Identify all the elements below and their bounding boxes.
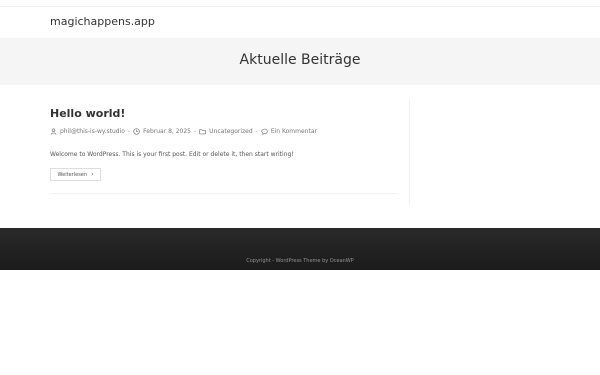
- post-date: Februar 8, 2025: [143, 128, 191, 135]
- sidebar-divider: [409, 100, 410, 205]
- post-category-link[interactable]: Uncategorized: [209, 128, 252, 135]
- read-more-button[interactable]: Weiterlesen ›: [50, 168, 101, 181]
- post-divider: [50, 193, 398, 194]
- meta-separator: -: [194, 128, 197, 135]
- meta-date: Februar 8, 2025: [133, 128, 191, 135]
- site-header: magichappens.app: [0, 7, 600, 38]
- read-more-label: Weiterlesen: [57, 171, 88, 178]
- page-title: Aktuelle Beiträge: [239, 52, 361, 68]
- meta-separator: -: [127, 128, 131, 135]
- meta-author: phil@this-is-wy.studio: [50, 128, 125, 135]
- page-header: Aktuelle Beiträge: [0, 38, 600, 85]
- post-comments-link[interactable]: Ein Kommentar: [271, 128, 317, 135]
- clock-icon: [133, 128, 140, 135]
- folder-icon: [199, 129, 206, 135]
- meta-category: Uncategorized: [199, 128, 253, 135]
- post-excerpt: Welcome to WordPress. This is your first…: [50, 151, 294, 158]
- chevron-right-icon: ›: [91, 171, 94, 178]
- post-author-link[interactable]: phil@this-is-wy.studio: [60, 128, 125, 135]
- comment-icon: [261, 128, 268, 135]
- user-icon: [50, 128, 57, 135]
- meta-comments: Ein Kommentar: [261, 128, 317, 135]
- footer-copyright: Copyright - WordPress Theme by OceanWP: [246, 258, 354, 264]
- post-meta: phil@this-is-wy.studio - Februar 8, 2025…: [50, 128, 317, 135]
- site-title-link[interactable]: magichappens.app: [50, 15, 155, 28]
- post-title-link[interactable]: Hello world!: [50, 107, 125, 120]
- site-footer: Copyright - WordPress Theme by OceanWP: [0, 228, 600, 270]
- meta-separator: -: [255, 128, 258, 135]
